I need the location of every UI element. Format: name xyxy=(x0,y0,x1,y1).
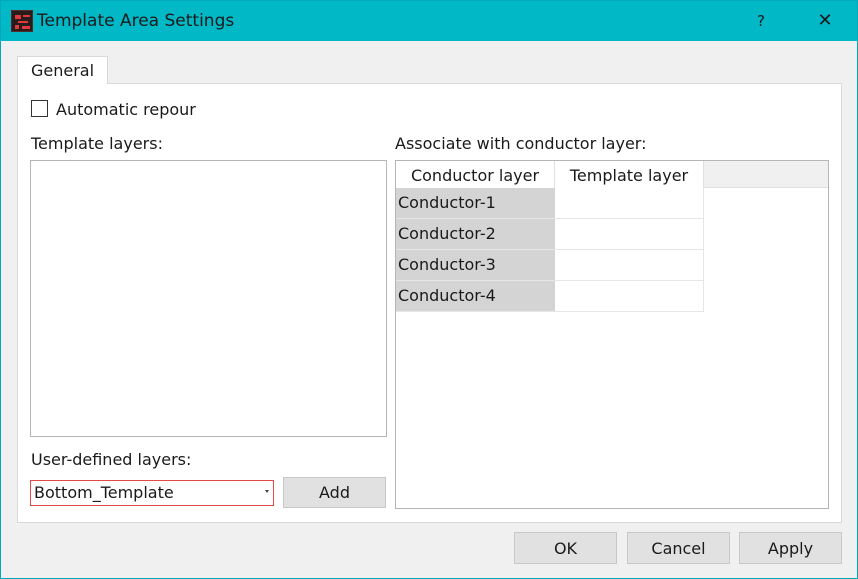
ok-button[interactable]: OK xyxy=(514,532,617,564)
template-layer-cell[interactable] xyxy=(555,219,704,250)
add-button[interactable]: Add xyxy=(283,477,386,508)
tab-general[interactable]: General xyxy=(17,56,108,84)
template-layers-label: Template layers: xyxy=(31,134,163,153)
row-header[interactable]: Conductor-1 xyxy=(396,188,555,219)
template-layers-list[interactable] xyxy=(30,160,387,437)
app-logo-icon xyxy=(11,10,33,32)
table-header: Conductor layer Template layer xyxy=(396,161,828,188)
column-header-template-layer[interactable]: Template layer xyxy=(555,161,704,188)
row-header[interactable]: Conductor-4 xyxy=(396,281,555,312)
cancel-button[interactable]: Cancel xyxy=(627,532,730,564)
user-defined-layers-value: Bottom_Template xyxy=(34,483,174,502)
window-title: Template Area Settings xyxy=(37,11,235,31)
column-header-conductor-layer[interactable]: Conductor layer xyxy=(396,161,555,188)
close-button[interactable]: ✕ xyxy=(805,7,845,35)
apply-button[interactable]: Apply xyxy=(739,532,842,564)
row-header[interactable]: Conductor-2 xyxy=(396,219,555,250)
user-defined-layers-label: User-defined layers: xyxy=(31,450,192,469)
template-layer-cell[interactable] xyxy=(555,281,704,312)
user-defined-layers-select[interactable]: Bottom_Template xyxy=(30,480,274,506)
associate-label: Associate with conductor layer: xyxy=(395,134,647,153)
title-bar: Template Area Settings ? ✕ xyxy=(1,1,857,41)
dialog-window: Template Area Settings ? ✕ General Autom… xyxy=(0,0,858,579)
dropdown-arrow-icon xyxy=(265,490,269,493)
conductor-association-table: Conductor layer Template layer Conductor… xyxy=(395,160,829,509)
template-layer-cell[interactable] xyxy=(555,250,704,281)
automatic-repour-label[interactable]: Automatic repour xyxy=(56,100,196,119)
automatic-repour-checkbox[interactable] xyxy=(31,100,48,117)
help-button[interactable]: ? xyxy=(741,7,781,35)
template-layer-cell[interactable] xyxy=(555,188,704,219)
row-header[interactable]: Conductor-3 xyxy=(396,250,555,281)
